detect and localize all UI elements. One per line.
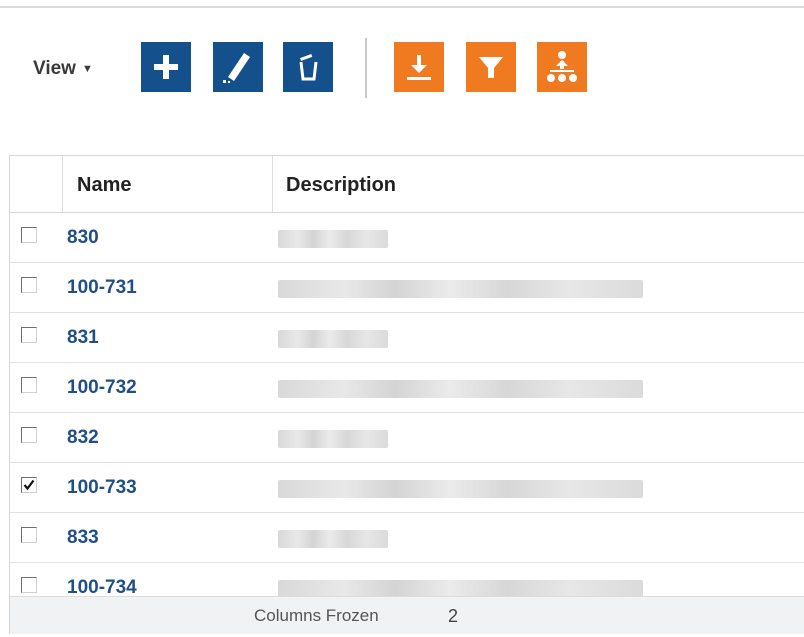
top-divider bbox=[0, 6, 804, 8]
plus-icon bbox=[151, 52, 181, 82]
row-description-redacted bbox=[278, 280, 643, 298]
row-checkbox[interactable] bbox=[21, 277, 37, 293]
row-name-link[interactable]: 830 bbox=[67, 213, 99, 262]
table-row[interactable]: 833 bbox=[10, 513, 804, 563]
row-description-redacted bbox=[278, 530, 388, 548]
column-header-description[interactable]: Description bbox=[286, 156, 396, 212]
row-name-link[interactable]: 100-732 bbox=[67, 363, 137, 412]
row-description-redacted bbox=[278, 330, 388, 348]
table-row[interactable]: 830 bbox=[10, 213, 804, 263]
page: View ▼ Name Description 830 100-731 831 … bbox=[0, 0, 804, 637]
column-header-name[interactable]: Name bbox=[77, 156, 131, 212]
row-checkbox[interactable] bbox=[21, 477, 37, 493]
row-checkbox[interactable] bbox=[21, 577, 37, 593]
row-description-redacted bbox=[278, 380, 643, 398]
row-checkbox[interactable] bbox=[21, 227, 37, 243]
download-icon bbox=[402, 50, 436, 84]
toolbar: View ▼ bbox=[0, 36, 804, 100]
table-row[interactable]: 832 bbox=[10, 413, 804, 463]
view-menu[interactable]: View ▼ bbox=[33, 58, 93, 80]
filter-button[interactable] bbox=[466, 42, 516, 92]
column-divider bbox=[62, 156, 63, 212]
data-table: Name Description 830 100-731 831 100-732… bbox=[9, 155, 804, 634]
row-checkbox[interactable] bbox=[21, 327, 37, 343]
hierarchy-icon bbox=[544, 49, 580, 85]
table-header: Name Description bbox=[10, 156, 804, 213]
export-button[interactable] bbox=[394, 42, 444, 92]
view-menu-label: View bbox=[33, 58, 76, 79]
row-name-link[interactable]: 100-733 bbox=[67, 463, 137, 512]
pencil-icon bbox=[220, 49, 256, 85]
filter-icon bbox=[475, 51, 507, 83]
trash-icon bbox=[293, 52, 323, 82]
delete-button[interactable] bbox=[283, 42, 333, 92]
table-row[interactable]: 100-731 bbox=[10, 263, 804, 313]
row-name-link[interactable]: 100-731 bbox=[67, 263, 137, 312]
table-row[interactable]: 100-732 bbox=[10, 363, 804, 413]
row-description-redacted bbox=[278, 430, 388, 448]
table-footer: Columns Frozen 2 bbox=[10, 596, 804, 634]
row-name-link[interactable]: 833 bbox=[67, 513, 99, 562]
column-divider bbox=[272, 156, 273, 212]
row-checkbox[interactable] bbox=[21, 527, 37, 543]
columns-frozen-value[interactable]: 2 bbox=[448, 597, 458, 634]
table-row[interactable]: 831 bbox=[10, 313, 804, 363]
row-name-link[interactable]: 831 bbox=[67, 313, 99, 362]
chevron-down-icon: ▼ bbox=[81, 63, 93, 75]
row-checkbox[interactable] bbox=[21, 377, 37, 393]
edit-button[interactable] bbox=[213, 42, 263, 92]
row-description-redacted bbox=[278, 230, 388, 248]
add-button[interactable] bbox=[141, 42, 191, 92]
toolbar-separator bbox=[365, 38, 367, 98]
row-checkbox[interactable] bbox=[21, 427, 37, 443]
row-name-link[interactable]: 832 bbox=[67, 413, 99, 462]
row-description-redacted bbox=[278, 480, 643, 498]
hierarchy-button[interactable] bbox=[537, 42, 587, 92]
table-row[interactable]: 100-733 bbox=[10, 463, 804, 513]
columns-frozen-label: Columns Frozen bbox=[254, 606, 379, 625]
